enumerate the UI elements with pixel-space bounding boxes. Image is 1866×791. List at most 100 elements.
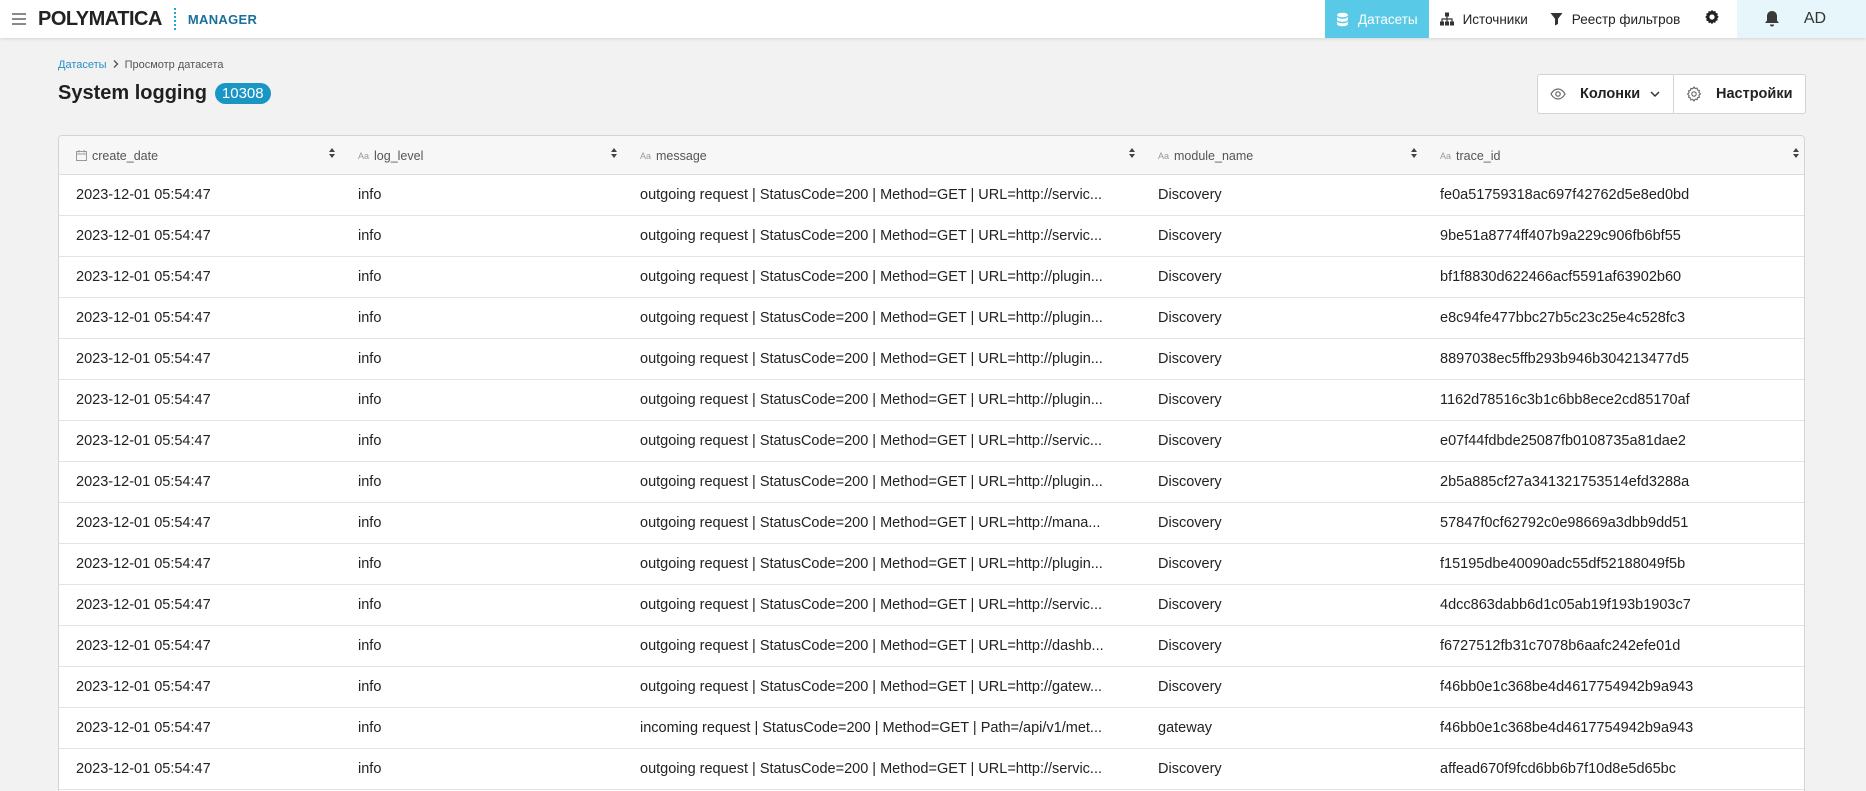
cell-module-name: gateway <box>1158 720 1213 736</box>
cell-trace-id: 4dcc863dabb6d1c05ab19f193b1903c7 <box>1440 597 1691 613</box>
cell-message: outgoing request | StatusCode=200 | Meth… <box>640 556 1103 572</box>
table-row[interactable]: 2023-12-01 05:54:47 info outgoing request … <box>59 298 1804 339</box>
table-row[interactable]: 2023-12-01 05:54:47 info outgoing request … <box>59 380 1804 421</box>
table-row[interactable]: 2023-12-01 05:54:47 info outgoing request … <box>59 339 1804 380</box>
table-row[interactable]: 2023-12-01 05:54:47 info outgoing request … <box>59 585 1804 626</box>
logo-divider <box>173 8 176 30</box>
nav-item-sources[interactable]: Источники <box>1429 0 1539 38</box>
cell-trace-id: f6727512fb31c7078b6aafc242efe01d <box>1440 638 1681 654</box>
main-nav: Датасеты Источники Реестр фильтров <box>1325 0 1733 38</box>
column-name: create_date <box>92 148 159 163</box>
cell-module-name: Discovery <box>1158 679 1222 695</box>
cell-log-level: info <box>358 638 382 654</box>
cell-module-name: Discovery <box>1158 474 1222 490</box>
text-type-icon: Aa <box>358 150 370 161</box>
cell-log-level: info <box>358 720 382 736</box>
sort-icon[interactable] <box>1411 148 1417 158</box>
table-row[interactable]: 2023-12-01 05:54:47 info outgoing request … <box>59 421 1804 462</box>
cell-create-date: 2023-12-01 05:54:47 <box>76 515 211 531</box>
column-name: trace_id <box>1456 148 1501 163</box>
cell-create-date: 2023-12-01 05:54:47 <box>76 310 211 326</box>
user-area: AD <box>1737 0 1866 38</box>
sort-icon[interactable] <box>611 148 617 158</box>
product-name: MANAGER <box>187 11 258 27</box>
text-type-icon: Aa <box>640 150 652 161</box>
table-row[interactable]: 2023-12-01 05:54:47 info outgoing request … <box>59 626 1804 667</box>
cell-trace-id: 8897038ec5ffb293b946b304213477d5 <box>1440 351 1689 367</box>
settings-gear-button[interactable] <box>1691 0 1733 38</box>
cell-module-name: Discovery <box>1158 310 1222 326</box>
cell-log-level: info <box>358 679 382 695</box>
column-header-trace-id[interactable]: Aa trace_id <box>1440 136 1501 175</box>
cell-create-date: 2023-12-01 05:54:47 <box>76 679 211 695</box>
cell-create-date: 2023-12-01 05:54:47 <box>76 433 211 449</box>
table-row[interactable]: 2023-12-01 05:54:47 info incoming request … <box>59 708 1804 749</box>
menu-icon[interactable] <box>12 13 26 25</box>
eye-icon <box>1550 88 1566 100</box>
breadcrumb-current: Просмотр датасета <box>124 59 224 71</box>
table-header: create_date Aa log_level Aa message Aa m… <box>59 136 1804 175</box>
logo[interactable]: POLYMATICA <box>38 8 162 31</box>
column-name: message <box>656 148 707 163</box>
nav-item-datasets[interactable]: Датасеты <box>1325 0 1429 38</box>
cell-module-name: Discovery <box>1158 392 1222 408</box>
nav-item-filter-registry[interactable]: Реестр фильтров <box>1539 0 1692 38</box>
settings-button[interactable]: Настройки <box>1674 74 1806 114</box>
bell-icon[interactable] <box>1764 10 1780 28</box>
columns-button[interactable]: Колонки <box>1537 74 1674 114</box>
table-row[interactable]: 2023-12-01 05:54:47 info outgoing request … <box>59 544 1804 585</box>
cell-message: outgoing request | StatusCode=200 | Meth… <box>640 310 1103 326</box>
cell-log-level: info <box>358 433 382 449</box>
cell-message: outgoing request | StatusCode=200 | Meth… <box>640 392 1103 408</box>
breadcrumb-datasets-link[interactable]: Датасеты <box>58 59 107 71</box>
cell-trace-id: bf1f8830d622466acf5591af63902b60 <box>1440 269 1682 285</box>
top-bar: POLYMATICA MANAGER Датасеты Источники Ре… <box>0 0 1866 38</box>
gear-outline-icon <box>1686 86 1702 102</box>
table-row[interactable]: 2023-12-01 05:54:47 info outgoing request … <box>59 667 1804 708</box>
calendar-icon <box>76 150 87 161</box>
cell-trace-id: affead670f9fcd6bb6b7f10d8e5d65bc <box>1440 761 1676 777</box>
cell-create-date: 2023-12-01 05:54:47 <box>76 597 211 613</box>
settings-label: Настройки <box>1716 86 1793 102</box>
filter-icon <box>1550 12 1563 26</box>
cell-trace-id: f15195dbe40090adc55df52188049f5b <box>1440 556 1686 572</box>
cell-module-name: Discovery <box>1158 228 1222 244</box>
cell-trace-id: 2b5a885cf27a341321753514efd3288a <box>1440 474 1690 490</box>
cell-trace-id: f46bb0e1c368be4d4617754942b9a943 <box>1440 679 1694 695</box>
cell-create-date: 2023-12-01 05:54:47 <box>76 638 211 654</box>
cell-module-name: Discovery <box>1158 597 1222 613</box>
cell-message: outgoing request | StatusCode=200 | Meth… <box>640 761 1103 777</box>
cell-trace-id: 1162d78516c3b1c6bb8ece2cd85170af <box>1440 392 1690 408</box>
cell-message: outgoing request | StatusCode=200 | Meth… <box>640 597 1103 613</box>
table-row[interactable]: 2023-12-01 05:54:47 info outgoing request … <box>59 216 1804 257</box>
column-header-message[interactable]: Aa message <box>640 136 707 175</box>
chevron-right-icon <box>113 59 119 71</box>
cell-message: outgoing request | StatusCode=200 | Meth… <box>640 228 1103 244</box>
nav-label: Источники <box>1462 11 1528 27</box>
column-header-create-date[interactable]: create_date <box>76 136 158 175</box>
column-name: module_name <box>1174 148 1254 163</box>
table-body: 2023-12-01 05:54:47 info outgoing request … <box>59 175 1804 790</box>
sort-icon[interactable] <box>1793 148 1799 158</box>
sort-icon[interactable] <box>1129 148 1135 158</box>
cell-log-level: info <box>358 515 382 531</box>
sort-icon[interactable] <box>329 148 335 158</box>
nav-label: Датасеты <box>1358 11 1418 27</box>
column-header-module-name[interactable]: Aa module_name <box>1158 136 1253 175</box>
table-row[interactable]: 2023-12-01 05:54:47 info outgoing request … <box>59 749 1804 790</box>
cell-create-date: 2023-12-01 05:54:47 <box>76 228 211 244</box>
table-row[interactable]: 2023-12-01 05:54:47 info outgoing request … <box>59 257 1804 298</box>
cell-module-name: Discovery <box>1158 556 1222 572</box>
table-row[interactable]: 2023-12-01 05:54:47 info outgoing request … <box>59 462 1804 503</box>
cell-trace-id: f46bb0e1c368be4d4617754942b9a943 <box>1440 720 1694 736</box>
cell-log-level: info <box>358 556 382 572</box>
cell-create-date: 2023-12-01 05:54:47 <box>76 187 211 203</box>
columns-label: Колонки <box>1580 86 1641 102</box>
cell-create-date: 2023-12-01 05:54:47 <box>76 761 211 777</box>
column-header-log-level[interactable]: Aa log_level <box>358 136 423 175</box>
table-row[interactable]: 2023-12-01 05:54:47 info outgoing request … <box>59 175 1804 216</box>
avatar[interactable]: AD <box>1800 4 1830 34</box>
table-row[interactable]: 2023-12-01 05:54:47 info outgoing request … <box>59 503 1804 544</box>
cell-module-name: Discovery <box>1158 515 1222 531</box>
cell-message: outgoing request | StatusCode=200 | Meth… <box>640 351 1103 367</box>
